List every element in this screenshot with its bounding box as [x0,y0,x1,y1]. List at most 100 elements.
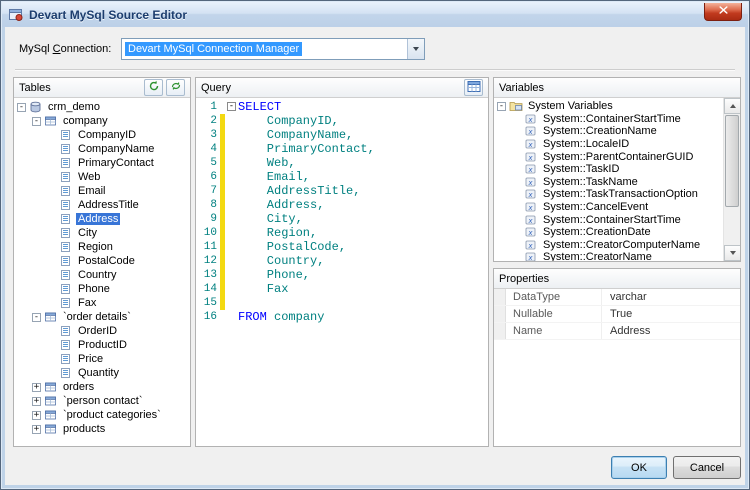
tree-item[interactable]: +orders [14,380,190,394]
tree-item[interactable]: -`order details` [14,310,190,324]
tree-item-label: Quantity [76,367,121,379]
cancel-button[interactable]: Cancel [673,456,741,479]
tree-item[interactable]: OrderID [14,324,190,338]
tree-item[interactable]: xSystem::ParentContainerGUID [494,150,723,163]
tables-tree-container[interactable]: -crm_demo-companyCompanyIDCompanyNamePri… [14,98,190,446]
scrollbar-up-button[interactable] [724,98,740,114]
sql-code[interactable]: SELECT CompanyID, CompanyName, PrimaryCo… [238,100,488,446]
property-row[interactable]: DataTypevarchar [494,289,740,306]
collapse-icon[interactable]: - [497,102,506,111]
code-line[interactable]: Email, [238,170,488,184]
tree-item-label: System::ContainerStartTime [541,113,683,125]
tree-item[interactable]: -System Variables [494,100,723,113]
tree-item[interactable]: Quantity [14,366,190,380]
code-line[interactable]: PrimaryContact, [238,142,488,156]
variable-icon: x [524,138,538,150]
tree-item[interactable]: CompanyName [14,142,190,156]
tree-item[interactable]: xSystem::ContainerStartTime [494,213,723,226]
code-line[interactable]: Fax [238,282,488,296]
code-line[interactable]: PostalCode, [238,240,488,254]
ok-button[interactable]: OK [611,456,667,479]
column-icon [59,143,73,155]
chevron-down-icon[interactable] [407,39,424,59]
tree-item-label: System::CreationDate [541,226,653,238]
expand-icon[interactable]: + [32,425,41,434]
tree-item[interactable]: xSystem::TaskTransactionOption [494,188,723,201]
code-line[interactable]: CompanyID, [238,114,488,128]
tree-item[interactable]: xSystem::ContainerStartTime [494,113,723,126]
code-line[interactable]: Region, [238,226,488,240]
tree-item[interactable]: xSystem::CreationDate [494,226,723,239]
tree-item[interactable]: -crm_demo [14,100,190,114]
code-line[interactable]: AddressTitle, [238,184,488,198]
column-icon [59,325,73,337]
tree-item[interactable]: xSystem::CreatorName [494,251,723,261]
tree-indent [512,152,521,161]
tree-item[interactable]: -company [14,114,190,128]
preview-button[interactable] [464,79,483,96]
tree-item[interactable]: Web [14,170,190,184]
collapse-icon[interactable]: - [32,117,41,126]
line-number: 8 [196,198,217,212]
scrollbar-thumb[interactable] [725,115,739,207]
fold-collapse-icon[interactable]: - [227,102,236,111]
property-row[interactable]: NameAddress [494,323,740,340]
collapse-icon[interactable]: - [17,103,26,112]
scrollbar-down-button[interactable] [724,245,740,261]
code-line[interactable]: Phone, [238,268,488,282]
variable-icon: x [524,214,538,226]
tree-item[interactable]: +`product categories` [14,408,190,422]
tree-item[interactable]: +`person contact` [14,394,190,408]
tree-item[interactable]: PostalCode [14,254,190,268]
code-line[interactable]: Address, [238,198,488,212]
tree-item[interactable]: Country [14,268,190,282]
close-button[interactable] [704,3,742,21]
connection-combobox-value: Devart MySql Connection Manager [125,42,302,56]
code-line[interactable] [238,296,488,310]
tree-item[interactable]: xSystem::TaskID [494,163,723,176]
line-number: 5 [196,156,217,170]
refresh-button[interactable] [144,79,163,96]
tree-item[interactable]: CompanyID [14,128,190,142]
code-line[interactable]: City, [238,212,488,226]
connection-combobox[interactable]: Devart MySql Connection Manager [121,38,425,60]
titlebar[interactable]: Devart MySql Source Editor [2,2,748,27]
tree-item[interactable]: xSystem::LocaleID [494,138,723,151]
column-icon [59,367,73,379]
code-line[interactable]: FROM company [238,310,488,324]
expand-icon[interactable]: + [32,411,41,420]
collapse-icon[interactable]: - [32,313,41,322]
tree-item[interactable]: xSystem::TaskName [494,176,723,189]
tree-item[interactable]: Price [14,352,190,366]
tree-item[interactable]: ProductID [14,338,190,352]
code-line[interactable]: SELECT [238,100,488,114]
code-line[interactable]: CompanyName, [238,128,488,142]
sql-editor[interactable]: 12345678910111213141516 - SELECT Company… [196,98,488,446]
expand-icon[interactable]: + [32,397,41,406]
tree-item[interactable]: +products [14,422,190,436]
refresh-schema-button[interactable] [166,79,185,96]
tree-item[interactable]: xSystem::CreationName [494,125,723,138]
line-number: 1 [196,100,217,114]
tree-item[interactable]: xSystem::CancelEvent [494,201,723,214]
expand-icon[interactable]: + [32,383,41,392]
column-icon [59,283,73,295]
code-line[interactable]: Country, [238,254,488,268]
scrollbar[interactable] [723,98,740,261]
tree-item[interactable]: AddressTitle [14,198,190,212]
variables-tree[interactable]: -System VariablesxSystem::ContainerStart… [494,98,723,261]
tree-item[interactable]: Phone [14,282,190,296]
fold-cell [225,116,238,130]
property-row[interactable]: NullableTrue [494,306,740,323]
fold-cell [225,270,238,284]
tree-item[interactable]: City [14,226,190,240]
code-line[interactable]: Web, [238,156,488,170]
tree-item[interactable]: xSystem::CreatorComputerName [494,239,723,252]
tree-item[interactable]: Email [14,184,190,198]
column-icon [59,185,73,197]
svg-text:x: x [528,190,533,199]
tree-item[interactable]: Address [14,212,190,226]
tree-item[interactable]: Region [14,240,190,254]
tree-item[interactable]: PrimaryContact [14,156,190,170]
tree-item[interactable]: Fax [14,296,190,310]
